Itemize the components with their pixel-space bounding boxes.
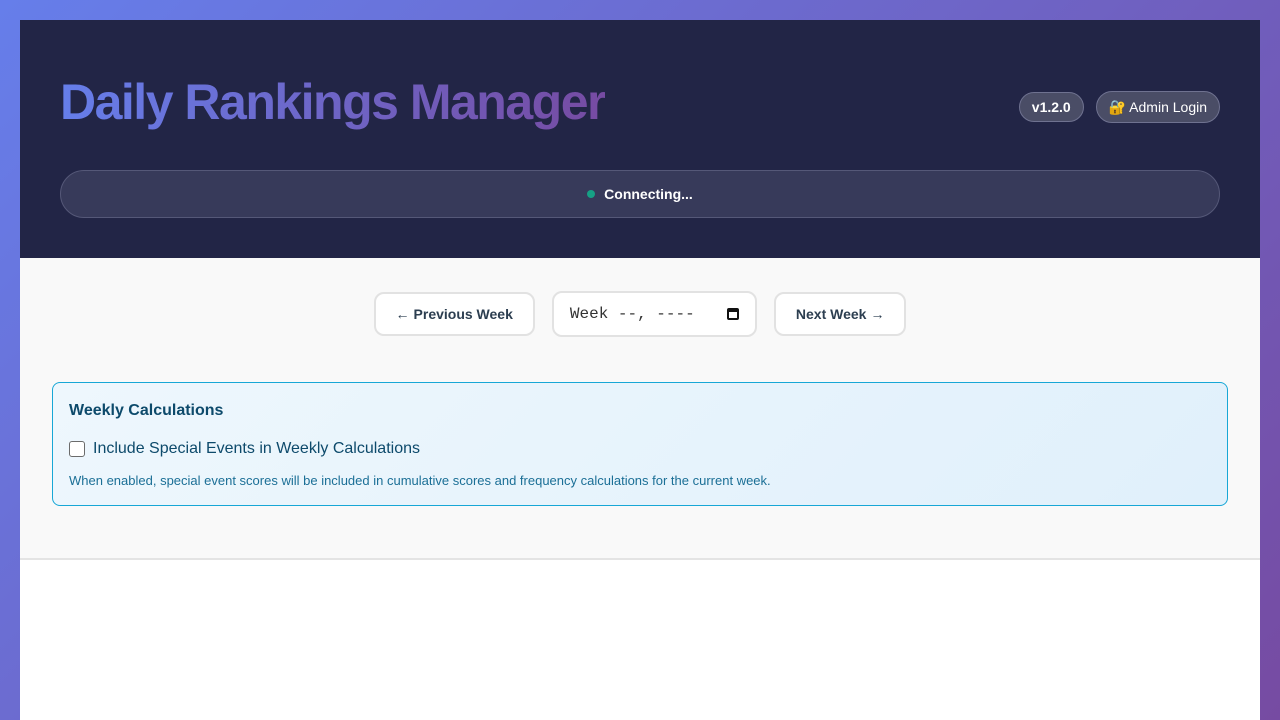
header-actions: v1.2.0 🔐 Admin Login — [1018, 91, 1220, 123]
include-special-events-checkbox[interactable] — [69, 441, 85, 457]
weekly-calculations-panel: Weekly Calculations Include Special Even… — [52, 382, 1228, 506]
lock-key-icon: 🔐 — [1108, 98, 1127, 115]
weekly-calculations-title: Weekly Calculations — [69, 402, 224, 419]
admin-login-label: Admin Login — [1129, 99, 1207, 115]
header: Daily Rankings Manager v1.2.0 🔐 Admin Lo… — [20, 20, 1260, 258]
next-week-label: Next Week — [795, 306, 867, 322]
arrow-left-icon: ← — [395, 306, 410, 322]
weekly-calculations-help-text: When enabled, special event scores will … — [69, 473, 771, 488]
admin-login-button[interactable]: 🔐 Admin Login — [1095, 91, 1220, 123]
week-picker-input[interactable]: Week --, ---- — [551, 291, 757, 337]
page-title: Daily Rankings Manager — [60, 74, 606, 130]
version-badge: v1.2.0 — [1018, 92, 1084, 122]
include-special-events-option[interactable]: Include Special Events in Weekly Calcula… — [69, 440, 420, 458]
arrow-right-icon: → — [870, 306, 885, 322]
app-window: Daily Rankings Manager v1.2.0 🔐 Admin Lo… — [20, 20, 1260, 720]
include-special-events-label[interactable]: Include Special Events in Weekly Calcula… — [93, 440, 420, 458]
previous-week-button[interactable]: ← Previous Week — [373, 292, 535, 336]
week-navigation: ← Previous Week Week --, ---- Next Week … — [20, 291, 1260, 337]
connection-status-bar: Connecting... — [60, 170, 1220, 218]
week-picker-value: Week --, ---- — [569, 305, 695, 323]
main-content: ← Previous Week Week --, ---- Next Week … — [20, 258, 1260, 560]
connection-status-text: Connecting... — [604, 186, 693, 202]
previous-week-label: Previous Week — [413, 306, 513, 322]
calendar-icon[interactable] — [726, 308, 739, 320]
status-dot-icon — [587, 190, 596, 198]
next-week-button[interactable]: Next Week → — [773, 292, 907, 336]
